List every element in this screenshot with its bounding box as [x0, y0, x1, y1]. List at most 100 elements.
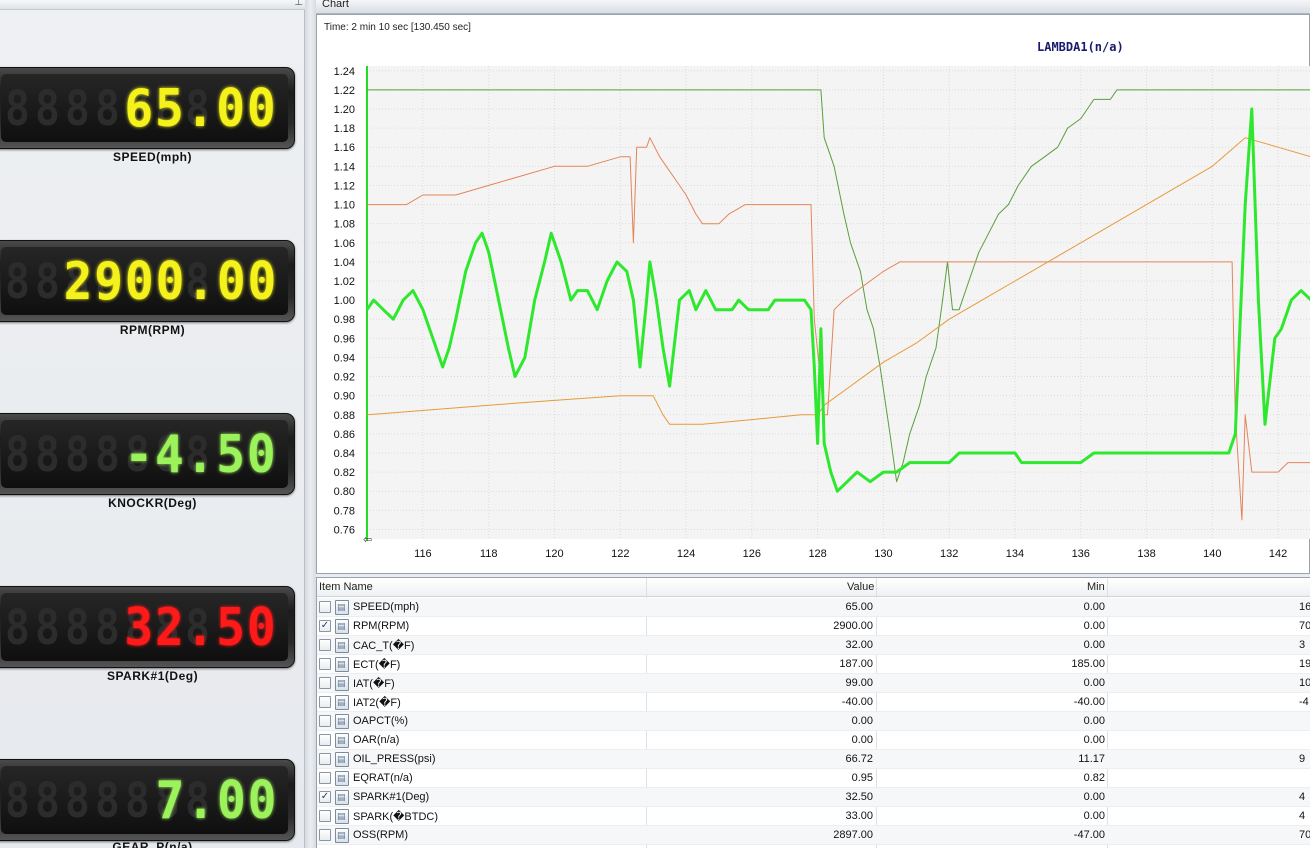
cell-item-name: OAPCT(%) — [353, 715, 408, 727]
pid-icon — [335, 828, 349, 843]
table-row[interactable]: OIL_PRESS(psi) 66.72 11.17 9 — [317, 750, 1310, 769]
y-tick-label: 0.76 — [334, 524, 355, 536]
cell-value: 32.00 — [845, 639, 873, 651]
table-row[interactable]: OAR(n/a) 0.00 0.00 — [317, 731, 1310, 750]
row-checkbox[interactable] — [319, 696, 331, 708]
row-checkbox[interactable] — [319, 601, 331, 613]
cell-value: 0.00 — [851, 715, 873, 727]
row-checkbox[interactable] — [319, 715, 331, 727]
cell-value: 32.50 — [845, 791, 873, 803]
cell-max: 4 — [1299, 791, 1306, 803]
x-tick-label: 134 — [1006, 548, 1024, 560]
cell-item-name: IAT(�F) — [353, 678, 395, 690]
y-tick-label: 1.04 — [334, 257, 355, 269]
table-row[interactable]: EQRAT(n/a) 0.95 0.82 — [317, 769, 1310, 788]
gauge-rpm-value: 2900.00 — [63, 252, 278, 312]
y-tick-label: 1.10 — [334, 200, 355, 212]
cell-min: 0.00 — [1083, 601, 1105, 613]
y-tick-label: 1.14 — [334, 161, 355, 173]
row-checkbox[interactable] — [319, 734, 331, 746]
y-tick-label: 1.00 — [334, 295, 355, 307]
gauge-knockr-value: -4.50 — [124, 425, 278, 485]
row-checkbox[interactable] — [319, 677, 331, 689]
cell-item-name: SPARK(�BTDC) — [353, 811, 439, 823]
y-tick-label: 0.96 — [334, 333, 355, 345]
gauge-gear: 8888888 7.00 — [0, 759, 295, 841]
cell-item-name: SPEED(mph) — [353, 601, 420, 613]
row-checkbox[interactable]: ✓ — [319, 791, 331, 803]
panel-splitter[interactable] — [305, 0, 316, 848]
plot-background — [367, 66, 1310, 539]
chart-svg[interactable]: 0.76 0.78 0.80 0.82 0.84 0.86 0.88 0.90 0.92 0.94… — [317, 15, 1310, 575]
gauge-spark1: 8888888 32.50 — [0, 586, 295, 668]
row-checkbox[interactable] — [319, 810, 331, 822]
y-tick-label: 1.08 — [334, 219, 355, 231]
y-tick-label: 0.98 — [334, 314, 355, 326]
x-tick-label: 122 — [611, 548, 629, 560]
table-row[interactable]: OAPCT(%) 0.00 0.00 — [317, 712, 1310, 731]
row-checkbox[interactable] — [319, 829, 331, 841]
cell-min: 0.00 — [1083, 620, 1105, 632]
row-checkbox[interactable]: ✓ — [319, 620, 331, 632]
row-checkbox[interactable] — [319, 658, 331, 670]
cell-min: 0.00 — [1083, 715, 1105, 727]
cell-min: 0.00 — [1083, 639, 1105, 651]
table-row[interactable]: ✓ RPM(RPM) 2900.00 0.00 704 — [317, 617, 1310, 636]
table-row[interactable]: SPEED(mph) 65.00 0.00 16 — [317, 598, 1310, 617]
table-row[interactable]: OSS(RPM) 2897.00 -47.00 705 — [317, 826, 1310, 845]
cell-item-name: OIL_PRESS(psi) — [353, 753, 436, 765]
cell-value: 2900.00 — [833, 620, 873, 632]
cell-min: -47.00 — [1073, 829, 1105, 841]
table-header: Item Name Value Min — [317, 578, 1310, 597]
cell-item-name: CAC_T(�F) — [353, 640, 415, 652]
data-table: Item Name Value Min SPEED(mph) 65.00 0.00 1… — [316, 577, 1310, 848]
cell-max: 19 — [1299, 658, 1310, 670]
x-tick-label: 116 — [414, 548, 432, 560]
y-tick-label: 0.86 — [334, 429, 355, 441]
chart-area[interactable]: Time: 2 min 10 sec [130.450 sec] LAMBDA1… — [316, 14, 1310, 574]
cell-value: 0.00 — [851, 734, 873, 746]
cell-min: 0.00 — [1083, 791, 1105, 803]
table-row[interactable]: ECT(�F) 187.00 185.00 19 — [317, 655, 1310, 674]
y-tick-label: 1.20 — [334, 104, 355, 116]
scroll-left-arrow-icon[interactable]: ⇦ — [363, 533, 372, 546]
table-row[interactable]: CAC_T(�F) 32.00 0.00 3 — [317, 636, 1310, 655]
cell-min: 0.00 — [1083, 810, 1105, 822]
table-row[interactable]: IAT(�F) 99.00 0.00 10 — [317, 674, 1310, 693]
table-row[interactable]: ✓ SPARK#1(Deg) 32.50 0.00 4 — [317, 788, 1310, 807]
col-header-value[interactable]: Value — [847, 581, 874, 593]
pin-icon[interactable]: ⊥ — [294, 0, 303, 8]
cell-value: 187.00 — [839, 658, 873, 670]
gauge-speed-label: SPEED(mph) — [112, 150, 192, 164]
row-checkbox[interactable] — [319, 639, 331, 651]
row-checkbox[interactable] — [319, 772, 331, 784]
y-tick-label: 0.94 — [334, 352, 355, 364]
table-row[interactable]: SPARK(�BTDC) 33.00 0.00 4 — [317, 807, 1310, 826]
pid-icon — [335, 657, 349, 672]
table-row[interactable]: IAT2(�F) -40.00 -40.00 -4 — [317, 693, 1310, 712]
cell-item-name: ECT(�F) — [353, 659, 401, 671]
y-tick-label: 1.12 — [334, 180, 355, 192]
gauge-speed: 8888888 65.00 — [0, 67, 295, 149]
x-tick-label: 130 — [874, 548, 892, 560]
y-tick-label: 1.06 — [334, 238, 355, 250]
col-header-min[interactable]: Min — [1087, 581, 1105, 593]
gauge-panel-header: ⊥ — [0, 0, 305, 10]
cell-max: 705 — [1299, 829, 1310, 841]
pid-icon — [335, 809, 349, 824]
y-tick-label: 0.84 — [334, 448, 355, 460]
y-tick-label: 0.82 — [334, 467, 355, 479]
cell-max: 16 — [1299, 601, 1310, 613]
cell-min: -40.00 — [1073, 696, 1105, 708]
y-tick-label: 1.02 — [334, 276, 355, 288]
cell-min: 0.00 — [1083, 677, 1105, 689]
col-header-item-name[interactable]: Item Name — [319, 581, 373, 593]
y-tick-label: 1.18 — [334, 123, 355, 135]
cell-value: 33.00 — [845, 810, 873, 822]
cell-value: 66.72 — [845, 753, 873, 765]
x-tick-label: 120 — [545, 548, 563, 560]
cell-max: 4 — [1299, 810, 1306, 822]
x-tick-label: 118 — [480, 548, 498, 560]
pid-icon — [335, 600, 349, 615]
row-checkbox[interactable] — [319, 753, 331, 765]
